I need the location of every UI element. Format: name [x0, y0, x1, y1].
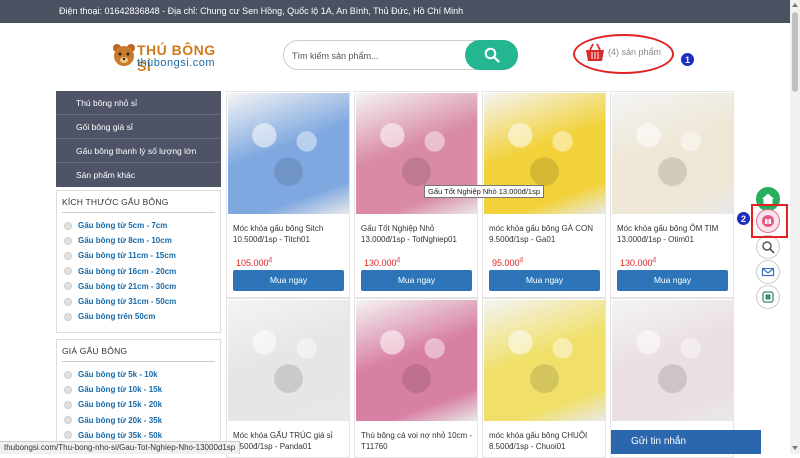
search-button[interactable]	[465, 40, 518, 70]
radio-button[interactable]	[64, 251, 72, 260]
size-filter-option[interactable]: Gấu bông từ 31cm - 50cm	[62, 294, 215, 309]
price-filter-option[interactable]: Gấu bông từ 15k - 20k	[62, 397, 215, 412]
annotation-box	[751, 204, 788, 238]
sidebar-item-goi-bong-gia-si[interactable]: Gối bông giá sỉ	[56, 115, 221, 139]
logo-subtitle: thubongsi.com	[137, 57, 216, 69]
product-card[interactable]: móc khóa gấu bông CHUỘI 8.500đ/1sp - Chu…	[482, 298, 606, 458]
product-card[interactable]: Móc khóa gấu bông Sitch 10.500đ/1sp - Ti…	[226, 91, 350, 298]
sidebar-item-san-pham-khac[interactable]: Sản phẩm khác	[56, 163, 221, 187]
radio-button[interactable]	[64, 312, 72, 321]
product-name[interactable]: móc khóa gấu bông GÀ CON 9.500đ/1sp - Ga…	[489, 223, 603, 245]
product-image[interactable]	[612, 93, 733, 214]
search-icon	[484, 47, 500, 63]
radio-button[interactable]	[64, 370, 72, 379]
sidebar-item-thanh-ly[interactable]: Gấu bông thanh lý số lượng lớn	[56, 139, 221, 163]
radio-button[interactable]	[64, 416, 72, 425]
price-filter-option[interactable]: Gấu bông từ 20k - 35k	[62, 413, 215, 428]
status-bar-url: thubongsi.com/Thu-bong-nho-si/Gau-Tot-Ng…	[0, 441, 240, 454]
mail-float-button[interactable]	[756, 260, 780, 284]
copy-float-button[interactable]	[756, 285, 780, 309]
filter-label[interactable]: Gấu bông từ 16cm - 20cm	[78, 267, 176, 276]
filter-label[interactable]: Gấu bông từ 35k - 50k	[78, 431, 162, 440]
filter-label[interactable]: Gấu bông từ 15k - 20k	[78, 400, 162, 409]
filter-label[interactable]: Gấu bông từ 8cm - 10cm	[78, 236, 172, 245]
search-bar	[283, 40, 518, 70]
radio-button[interactable]	[64, 236, 72, 245]
scroll-up-arrow[interactable]	[792, 3, 798, 7]
product-name[interactable]: Móc khóa gấu bông ÔM TIM 13.000đ/1sp - O…	[617, 223, 731, 245]
price-filter-option[interactable]: Gấu bông từ 5k - 10k	[62, 367, 215, 382]
size-filter-option[interactable]: Gấu bông từ 16cm - 20cm	[62, 264, 215, 279]
price-filter-option[interactable]: Gấu bông từ 10k - 15k	[62, 382, 215, 397]
radio-button[interactable]	[64, 221, 72, 230]
filter-label[interactable]: Gấu bông từ 20k - 35k	[78, 416, 162, 425]
site-logo[interactable]: THÚ BÔNG SỈ thubongsi.com	[110, 40, 225, 74]
scroll-thumb[interactable]	[792, 12, 798, 92]
product-image[interactable]	[484, 300, 605, 421]
copy-icon	[762, 291, 774, 303]
size-filter-box: KÍCH THƯỚC GẤU BÔNG Gấu bông từ 5cm - 7c…	[56, 190, 221, 333]
size-filter-option[interactable]: Gấu bông từ 5cm - 7cm	[62, 218, 215, 233]
size-filter-option[interactable]: Gấu bông từ 11cm - 15cm	[62, 248, 215, 263]
size-filter-title: KÍCH THƯỚC GẤU BÔNG	[62, 197, 215, 213]
radio-button[interactable]	[64, 282, 72, 291]
vertical-scrollbar[interactable]	[790, 0, 800, 454]
radio-button[interactable]	[64, 297, 72, 306]
buy-now-button[interactable]: Mua ngay	[489, 270, 600, 291]
product-price: 130.000đ	[620, 258, 656, 268]
magnifier-icon	[762, 241, 775, 254]
size-filter-option[interactable]: Gấu bông trên 50cm	[62, 309, 215, 324]
product-price: 105.000đ	[236, 258, 272, 268]
product-image[interactable]	[356, 300, 477, 421]
product-price: 95.000đ	[492, 258, 523, 268]
cart-link[interactable]: (4) sản phẩm	[573, 34, 683, 74]
product-name[interactable]: móc khóa gấu bông CHUỘI 8.500đ/1sp - Chu…	[489, 430, 603, 452]
filter-label[interactable]: Gấu bông từ 5k - 10k	[78, 370, 158, 379]
filter-label[interactable]: Gấu bông từ 31cm - 50cm	[78, 297, 176, 306]
mail-icon	[761, 267, 775, 277]
size-filter-option[interactable]: Gấu bông từ 8cm - 10cm	[62, 233, 215, 248]
basket-icon	[586, 43, 604, 61]
product-image[interactable]	[612, 300, 733, 421]
product-card[interactable]: Móc khóa gấu bông ÔM TIM 13.000đ/1sp - O…	[610, 91, 734, 298]
price-filter-title: GIÁ GẤU BÔNG	[62, 346, 215, 362]
radio-button[interactable]	[64, 400, 72, 409]
sidebar-item-thu-bong-nho-si[interactable]: Thú bông nhỏ sỉ	[56, 91, 221, 115]
annotation-badge-2: 2	[736, 211, 751, 226]
cart-count-text: (4) sản phẩm	[608, 47, 662, 57]
buy-now-button[interactable]: Mua ngay	[361, 270, 472, 291]
price-filter-box: GIÁ GẤU BÔNG Gấu bông từ 5k - 10k Gấu bô…	[56, 339, 221, 454]
scroll-down-arrow[interactable]	[792, 446, 798, 450]
product-name[interactable]: Móc khóa GẤU TRÚC giá sỉ 8.500đ/1sp - Pa…	[233, 430, 347, 452]
filter-label[interactable]: Gấu bông từ 21cm - 30cm	[78, 282, 176, 291]
filter-label[interactable]: Gấu bông từ 11cm - 15cm	[78, 251, 176, 260]
radio-button[interactable]	[64, 385, 72, 394]
product-image[interactable]	[228, 93, 349, 214]
search-float-button[interactable]	[756, 235, 780, 259]
category-menu: Thú bông nhỏ sỉ Gối bông giá sỉ Gấu bông…	[56, 91, 221, 187]
size-filter-option[interactable]: Gấu bông từ 21cm - 30cm	[62, 279, 215, 294]
top-info-bar: Điện thoại: 01642836848 - Địa chỉ: Chung…	[0, 0, 790, 23]
contact-info: Điện thoại: 01642836848 - Địa chỉ: Chung…	[59, 6, 464, 16]
buy-now-button[interactable]: Mua ngay	[233, 270, 344, 291]
filter-label[interactable]: Gấu bông từ 5cm - 7cm	[78, 221, 167, 230]
product-image[interactable]	[228, 300, 349, 421]
product-card[interactable]: Móc khóa GẤU TRÚC giá sỉ 8.500đ/1sp - Pa…	[226, 298, 350, 458]
bear-logo-icon	[113, 44, 135, 66]
send-message-button[interactable]: Gửi tin nhắn	[611, 430, 761, 454]
product-price: 130.000đ	[364, 258, 400, 268]
radio-button[interactable]	[64, 431, 72, 440]
search-input[interactable]	[292, 48, 462, 64]
annotation-badge-1: 1	[680, 52, 695, 67]
radio-button[interactable]	[64, 267, 72, 276]
product-name[interactable]: Thú bông cá voi nơ nhỏ 10cm - T11760	[361, 430, 475, 452]
product-tooltip: Gấu Tốt Nghiệp Nhỏ 13.000đ/1sp	[424, 185, 545, 198]
filter-label[interactable]: Gấu bông từ 10k - 15k	[78, 385, 162, 394]
product-name[interactable]: Móc khóa gấu bông Sitch 10.500đ/1sp - Ti…	[233, 223, 347, 245]
buy-now-button[interactable]: Mua ngay	[617, 270, 728, 291]
product-name[interactable]: Gấu Tốt Nghiệp Nhỏ 13.000đ/1sp - TotNghi…	[361, 223, 475, 245]
product-card[interactable]: Thú bông cá voi nơ nhỏ 10cm - T11760	[354, 298, 478, 458]
filter-label[interactable]: Gấu bông trên 50cm	[78, 312, 155, 321]
